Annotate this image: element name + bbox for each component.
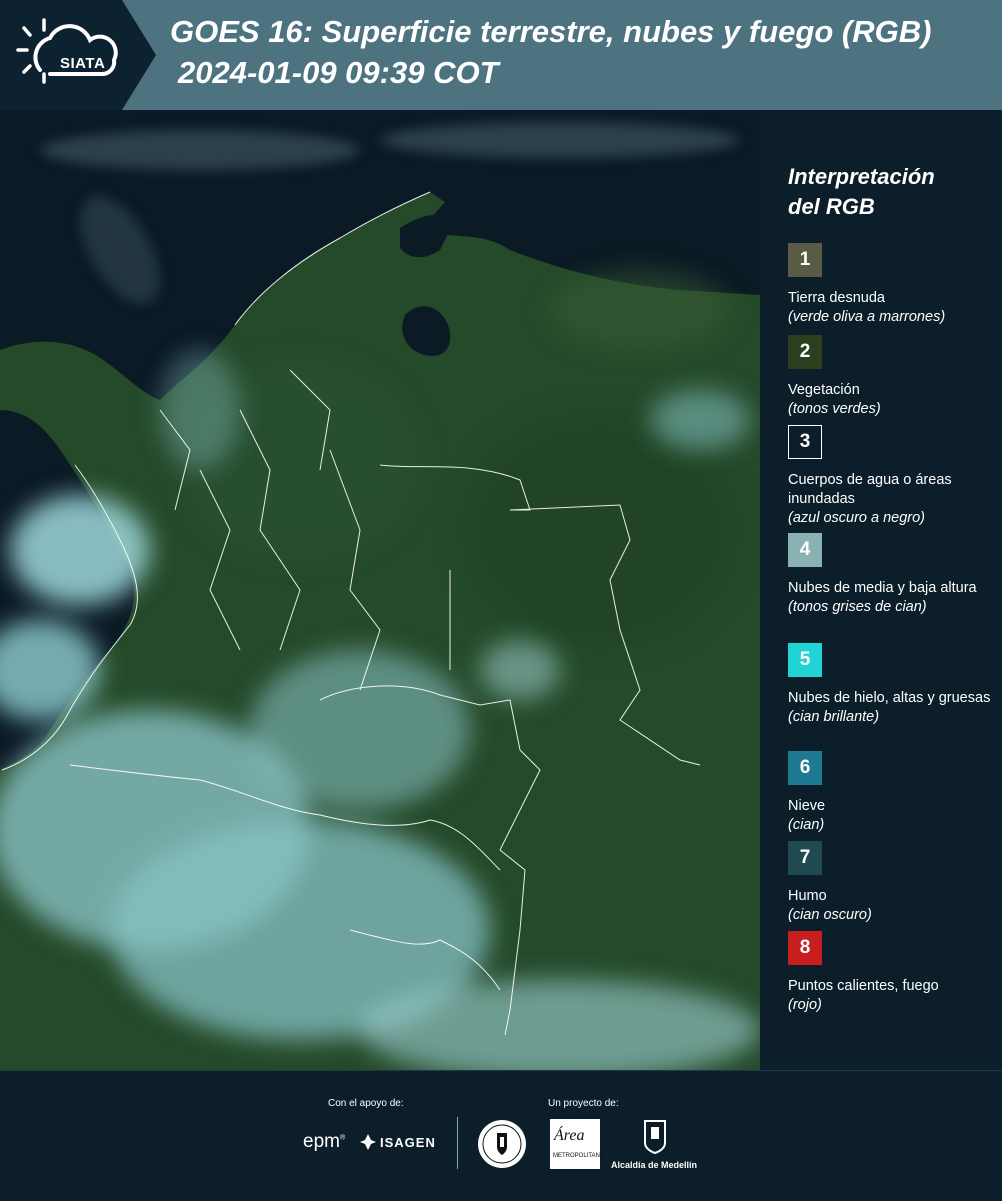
project-label: Un proyecto de: xyxy=(548,1098,619,1109)
legend-swatch: 4 xyxy=(788,533,822,567)
university-seal-icon xyxy=(478,1120,526,1168)
map-image xyxy=(0,110,760,1070)
area-logo-subtitle: METROPOLITANA xyxy=(553,1153,604,1159)
legend-swatch: 5 xyxy=(788,643,822,677)
area-metropolitana-logo: Área METROPOLITANA xyxy=(550,1119,604,1169)
alcaldia-logo-text: Alcaldía de Medellín xyxy=(611,1160,698,1170)
satellite-map xyxy=(0,110,760,1070)
siata-logo: SIATA xyxy=(10,10,130,100)
legend-item-label: Humo xyxy=(788,888,827,904)
page-title: GOES 16: Superficie terrestre, nubes y f… xyxy=(170,14,932,49)
support-label: Con el apoyo de: xyxy=(328,1098,404,1109)
legend-item-note: (rojo) xyxy=(788,997,822,1013)
legend-item-ice-clouds: 5 Nubes de hielo, altas y gruesas (cian … xyxy=(788,643,998,727)
legend-item-label: Vegetación xyxy=(788,382,860,398)
legend-item-label: Nubes de hielo, altas y gruesas xyxy=(788,690,991,706)
legend-item-bare-soil: 1 Tierra desnuda (verde oliva a marrones… xyxy=(788,243,998,327)
footer: Con el apoyo de: Un proyecto de: epm® IS… xyxy=(0,1070,1002,1201)
legend-item-fire: 8 Puntos calientes, fuego (rojo) xyxy=(788,931,998,1015)
legend-swatch: 1 xyxy=(788,243,822,277)
legend-item-water: 3 Cuerpos de agua o áreas inundadas (azu… xyxy=(788,425,998,528)
footer-divider xyxy=(457,1117,458,1169)
isagen-mark-icon xyxy=(360,1134,376,1150)
epm-logo-text: epm xyxy=(303,1131,340,1152)
legend-swatch: 2 xyxy=(788,335,822,369)
observation-datetime: 2024-01-09 09:39 COT xyxy=(178,55,499,90)
legend-item-note: (tonos verdes) xyxy=(788,401,881,417)
legend-item-note: (verde oliva a marrones) xyxy=(788,309,946,325)
legend-item-label: Nieve xyxy=(788,798,826,814)
legend-item-snow: 6 Nieve (cian) xyxy=(788,751,998,835)
legend-item-label: Nubes de media y baja altura xyxy=(788,580,977,596)
legend-item-label: Tierra desnuda xyxy=(788,290,885,306)
legend-swatch: 3 xyxy=(788,425,822,459)
legend-title-line2: del RGB xyxy=(788,194,875,219)
logo-text: SIATA xyxy=(60,55,106,72)
legend-panel: Interpretación del RGB 1 Tierra desnuda … xyxy=(775,110,1002,1070)
legend-item-label: Cuerpos de agua o áreas inundadas xyxy=(788,472,952,507)
legend-item-note: (tonos grises de cian) xyxy=(788,599,927,615)
legend-item-note: (cian) xyxy=(788,817,825,833)
legend-item-label: Puntos calientes, fuego xyxy=(788,978,939,994)
legend-item-low-clouds: 4 Nubes de media y baja altura (tonos gr… xyxy=(788,533,998,617)
legend-swatch: 7 xyxy=(788,841,822,875)
isagen-logo: ISAGEN xyxy=(380,1135,436,1150)
legend-item-note: (cian brillante) xyxy=(788,709,880,725)
legend-swatch: 6 xyxy=(788,751,822,785)
header: SIATA GOES 16: Superficie terrestre, nub… xyxy=(0,0,1002,110)
legend-item-smoke: 7 Humo (cian oscuro) xyxy=(788,841,998,925)
legend-title-line1: Interpretación xyxy=(788,164,935,189)
area-logo-script: Área xyxy=(554,1127,585,1144)
legend-item-vegetation: 2 Vegetación (tonos verdes) xyxy=(788,335,998,419)
medellin-shield-icon xyxy=(644,1120,666,1155)
legend-item-note: (azul oscuro a negro) xyxy=(788,510,926,526)
legend-title: Interpretación del RGB xyxy=(788,162,988,222)
legend-item-note: (cian oscuro) xyxy=(788,907,872,923)
legend-swatch: 8 xyxy=(788,931,822,965)
epm-logo: epm® xyxy=(303,1131,346,1152)
